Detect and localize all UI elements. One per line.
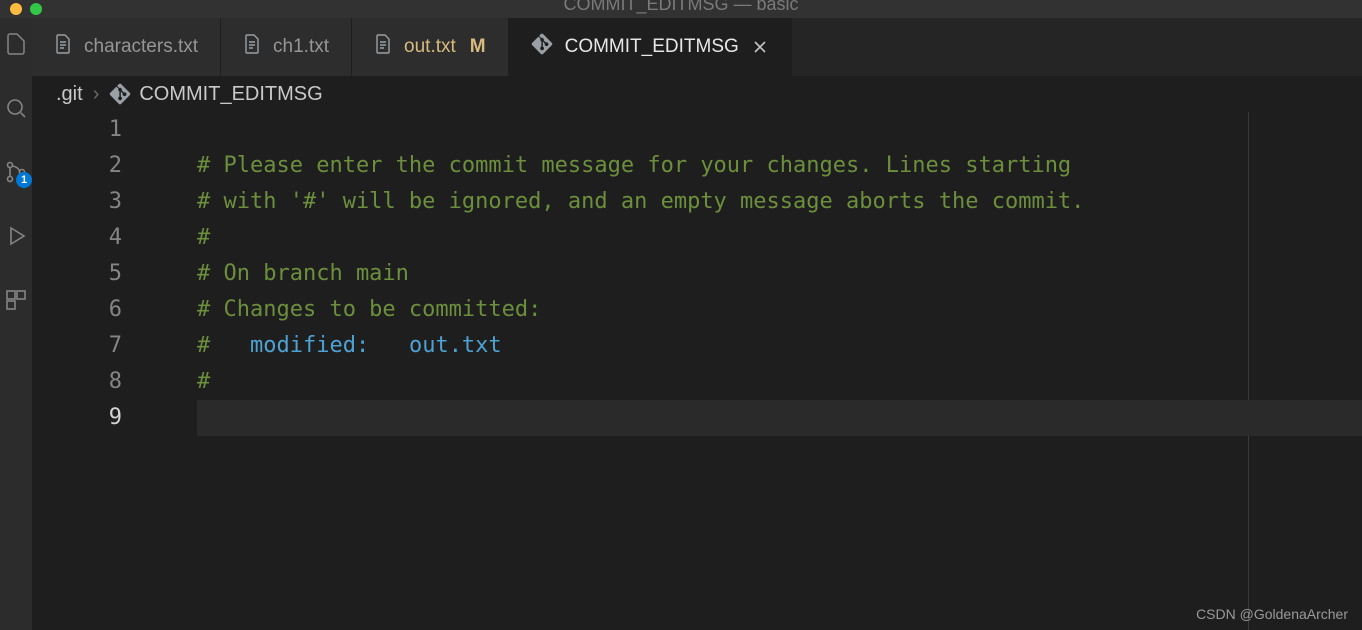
breadcrumb-segment[interactable]: COMMIT_EDITMSG	[109, 83, 322, 106]
close-icon[interactable]	[751, 38, 769, 56]
breadcrumb-segment[interactable]: .git	[56, 83, 83, 106]
editor-zone: characters.txt ch1.txt out.txt M COMMIT_EDIT…	[32, 18, 1362, 630]
line-number: 3	[32, 184, 122, 220]
breadcrumb[interactable]: .git › COMMIT_EDITMSG	[32, 76, 1362, 112]
tab-bar: characters.txt ch1.txt out.txt M COMMIT_EDIT…	[32, 18, 1362, 76]
activity-explorer-icon[interactable]	[4, 32, 28, 56]
code-editor[interactable]: 123456789 # Please enter the commit mess…	[32, 112, 1362, 630]
line-number: 7	[32, 328, 122, 364]
text-file-icon	[54, 34, 72, 60]
activity-run-icon[interactable]	[4, 224, 28, 248]
line-number: 8	[32, 364, 122, 400]
activity-extensions-icon[interactable]	[4, 288, 28, 312]
code-content[interactable]: # Please enter the commit message for yo…	[197, 112, 1362, 436]
code-line[interactable]	[197, 400, 1362, 436]
line-number: 5	[32, 256, 122, 292]
comment-text: #	[197, 333, 250, 358]
tab-label: characters.txt	[84, 36, 198, 58]
activity-bar: 1	[0, 18, 32, 630]
code-line[interactable]: #	[197, 220, 1362, 256]
tab-label: COMMIT_EDITMSG	[565, 36, 739, 58]
line-number: 1	[32, 112, 122, 148]
breadcrumb-separator: ›	[93, 83, 100, 106]
comment-text: # On branch main	[197, 261, 409, 286]
line-number: 4	[32, 220, 122, 256]
code-line[interactable]	[197, 112, 1362, 148]
spacer	[369, 333, 409, 358]
comment-text: # Please enter the commit message for yo…	[197, 153, 1071, 178]
code-line[interactable]: # Please enter the commit message for yo…	[197, 148, 1362, 184]
scm-badge: 1	[16, 172, 32, 188]
code-line[interactable]: # with '#' will be ignored, and an empty…	[197, 184, 1362, 220]
keyword-text: modified:	[250, 333, 369, 358]
comment-text: #	[197, 225, 210, 250]
breadcrumb-label: .git	[56, 83, 83, 106]
editor-tab[interactable]: COMMIT_EDITMSG	[509, 18, 792, 76]
editor-tab[interactable]: ch1.txt	[221, 18, 352, 76]
activity-search-icon[interactable]	[4, 96, 28, 120]
code-line[interactable]: #	[197, 364, 1362, 400]
filename-text: out.txt	[409, 333, 502, 358]
comment-text: # Changes to be committed:	[197, 297, 541, 322]
code-line[interactable]: # modified: out.txt	[197, 328, 1362, 364]
git-icon	[531, 33, 553, 61]
traffic-fullscreen[interactable]	[30, 3, 42, 15]
code-line[interactable]: # On branch main	[197, 256, 1362, 292]
comment-text: # with '#' will be ignored, and an empty…	[197, 189, 1084, 214]
tab-label: out.txt	[404, 36, 456, 58]
line-number: 6	[32, 292, 122, 328]
traffic-minimize[interactable]	[10, 3, 22, 15]
comment-text: #	[197, 369, 210, 394]
modified-indicator: M	[470, 36, 486, 58]
activity-scm-icon[interactable]: 1	[4, 160, 28, 184]
breadcrumb-label: COMMIT_EDITMSG	[139, 83, 322, 106]
line-number: 9	[32, 400, 122, 436]
line-number-gutter: 123456789	[32, 112, 152, 436]
editor-tab[interactable]: out.txt M	[352, 18, 509, 76]
line-number: 2	[32, 148, 122, 184]
main-area: 1 characters.txt ch1.txt out.txt M COMMIT_ED…	[0, 18, 1362, 630]
code-line[interactable]: # Changes to be committed:	[197, 292, 1362, 328]
window-title: COMMIT_EDITMSG — basic	[563, 0, 798, 15]
text-file-icon	[243, 34, 261, 60]
text-file-icon	[374, 34, 392, 60]
window-titlebar: COMMIT_EDITMSG — basic	[0, 0, 1362, 18]
tab-label: ch1.txt	[273, 36, 329, 58]
editor-tab[interactable]: characters.txt	[32, 18, 221, 76]
